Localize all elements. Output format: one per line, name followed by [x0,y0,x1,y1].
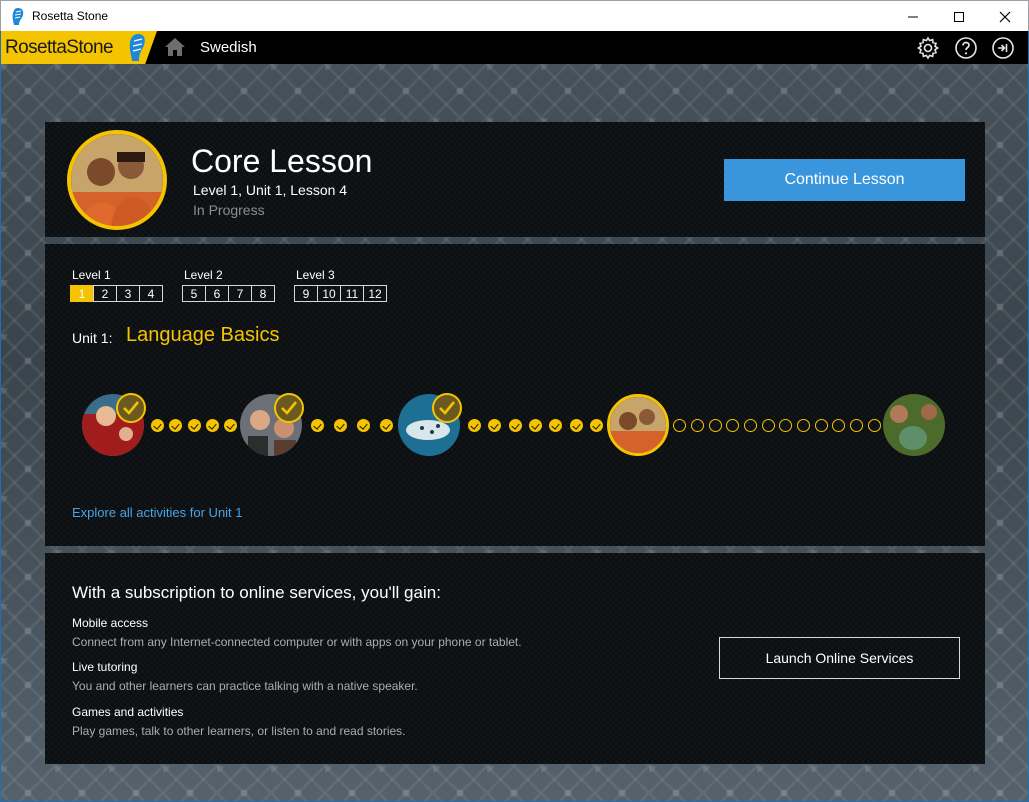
explore-activities-link[interactable]: Explore all activities for Unit 1 [72,505,243,520]
maximize-button[interactable] [936,1,982,32]
unit-tab[interactable]: 11 [340,285,364,302]
activity-dot [797,419,810,432]
brand-text-first: Rosetta [5,37,67,58]
maximize-icon [954,11,964,22]
rosetta-stone-icon [129,34,145,61]
activity-dot [744,419,757,432]
activity-dot-completed [187,419,201,432]
level-1-units: 1 2 3 4 [70,285,163,302]
launch-online-services-button[interactable]: Launch Online Services [719,637,960,679]
home-icon[interactable] [164,37,186,57]
level-2-units: 5 6 7 8 [182,285,275,302]
activity-dot-completed [569,419,583,432]
lesson-track [45,393,985,458]
lesson-node-current[interactable] [607,394,669,456]
lesson-photo [883,394,945,456]
activity-dot-completed [357,419,370,432]
brand-text-second: Stone [66,37,113,58]
level-label: Level 3 [296,268,335,282]
activity-dot [673,419,687,432]
activity-dot-completed [169,419,183,432]
unit-prefix: Unit 1: [72,330,113,346]
lesson-photo [610,397,666,453]
close-icon [999,11,1011,22]
unit-tab[interactable]: 5 [182,285,206,302]
lesson-status: In Progress [193,202,265,218]
minimize-button[interactable] [890,1,936,32]
minimize-icon [908,16,918,17]
unit-tab[interactable]: 9 [294,285,318,302]
completed-check-icon [116,393,146,423]
level-3-units: 9 10 11 12 [294,285,387,302]
activity-dot [726,419,740,432]
activity-dot-completed [488,419,502,432]
activity-dot [708,419,722,432]
unit-title: Language Basics [126,324,280,346]
level-label: Level 1 [72,268,111,282]
unit-tab[interactable]: 2 [93,285,117,302]
gear-icon[interactable] [916,36,940,60]
unit-tab[interactable]: 3 [116,285,140,302]
unit-tab[interactable]: 7 [228,285,252,302]
rosetta-stone-icon [12,8,24,25]
completed-check-icon [432,393,462,423]
activity-dot-completed [549,419,563,432]
brand-logo[interactable]: RosettaStone [1,31,157,66]
activity-dot [761,419,775,432]
activity-dot-completed [467,419,481,432]
brand-text: RosettaStone [5,37,114,59]
subscription-panel: With a subscription to online services, … [45,553,985,764]
activity-dot-completed [508,419,522,432]
level-label: Level 2 [184,268,223,282]
app-header: RosettaStone Swedish [1,31,1028,66]
window-titlebar: Rosetta Stone [0,0,1029,31]
continue-lesson-button[interactable]: Continue Lesson [724,159,965,201]
feature-title: Mobile access [72,616,149,630]
activity-dot [867,419,881,432]
activity-dot [779,419,793,432]
subscription-heading: With a subscription to online services, … [72,583,441,602]
activity-dot [832,419,846,432]
unit-tab[interactable]: 6 [205,285,229,302]
lesson-title: Core Lesson [191,143,373,179]
feature-description: You and other learners can practice talk… [72,679,418,693]
unit-tab[interactable]: 1 [70,285,94,302]
activity-dot-completed [334,419,347,432]
completed-check-icon [274,393,304,423]
current-lesson-panel: Core Lesson Level 1, Unit 1, Lesson 4 In… [45,122,985,237]
lesson-subtitle: Level 1, Unit 1, Lesson 4 [193,182,348,198]
activity-dot-completed [205,419,219,432]
page-background: Core Lesson Level 1, Unit 1, Lesson 4 In… [1,64,1028,801]
unit-progress-panel: Level 1 Level 2 Level 3 1 2 3 4 5 6 7 8 … [45,244,985,546]
unit-tab[interactable]: 12 [363,285,387,302]
window-title: Rosetta Stone [32,9,109,23]
activity-dot [850,419,863,432]
lesson-node[interactable] [883,394,945,456]
activity-dot-completed [224,419,238,432]
activity-dot-completed [590,419,604,432]
feature-description: Connect from any Internet-connected comp… [72,635,522,649]
close-button[interactable] [982,1,1028,32]
activity-dot-completed [311,419,324,432]
sign-out-icon[interactable] [991,36,1015,60]
feature-description: Play games, talk to other learners, or l… [72,724,406,738]
feature-title: Games and activities [72,705,184,719]
activity-dot-completed [529,419,542,432]
lesson-thumbnail[interactable] [67,130,167,230]
activity-dot [691,419,704,432]
unit-tab[interactable]: 4 [139,285,163,302]
activity-dot [814,419,828,432]
course-name: Swedish [200,39,257,56]
activity-dot-completed [380,419,393,432]
activity-dot-completed [150,419,164,432]
unit-tab[interactable]: 8 [251,285,275,302]
unit-tab[interactable]: 10 [317,285,341,302]
lesson-photo [71,134,163,226]
help-icon[interactable] [954,36,978,60]
feature-title: Live tutoring [72,660,138,674]
